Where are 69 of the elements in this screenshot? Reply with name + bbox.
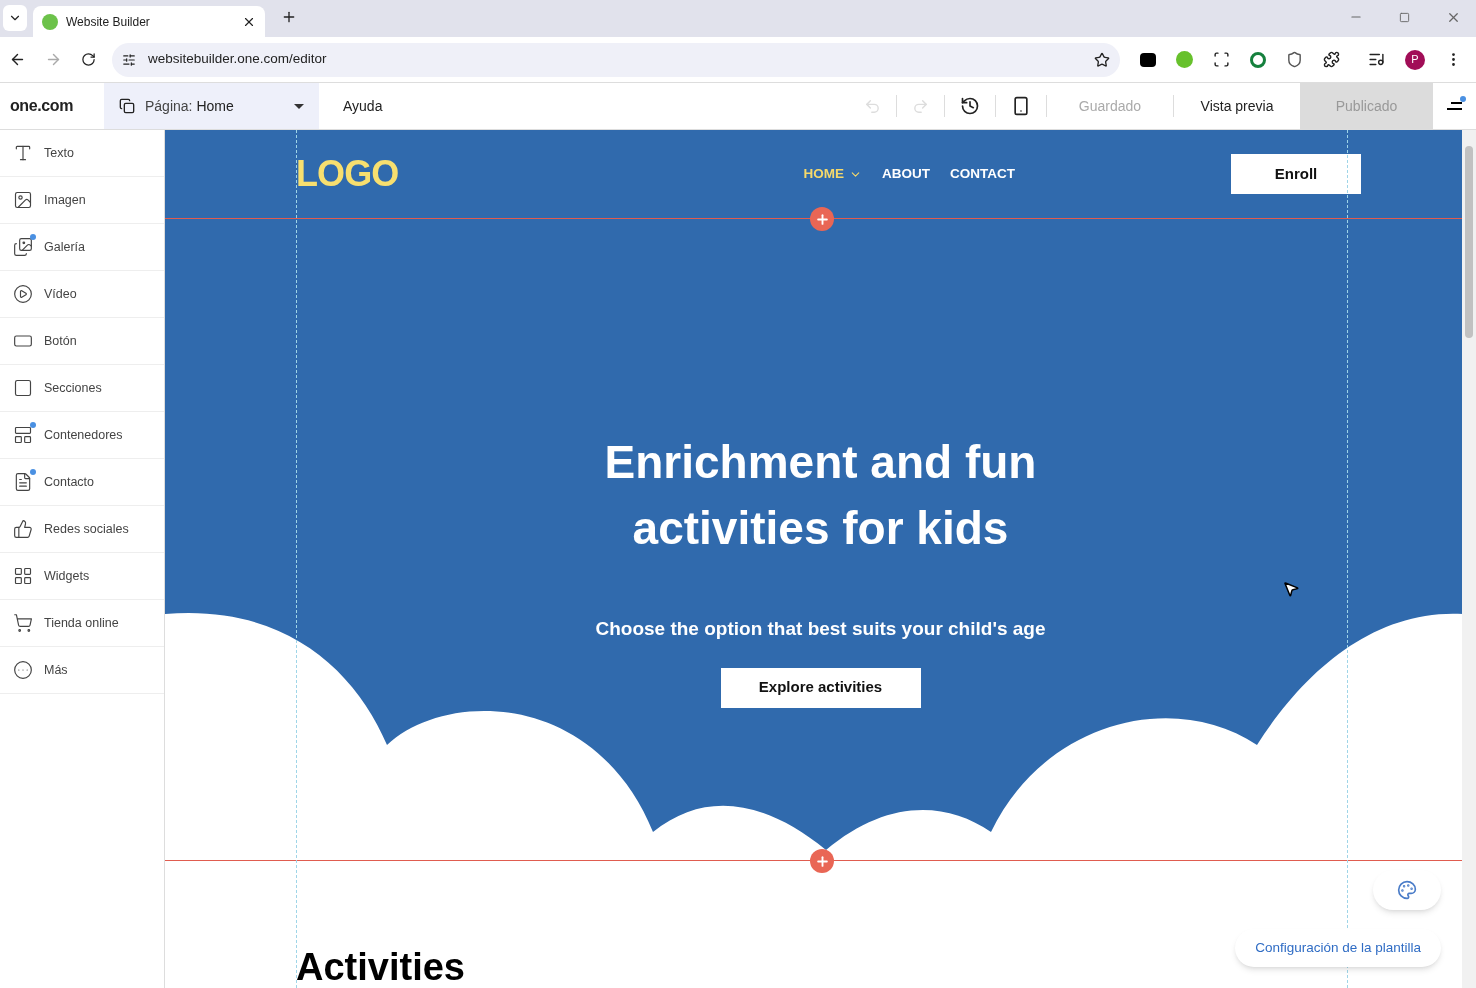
extension-icon[interactable] bbox=[1140, 52, 1156, 67]
brand-logo: one.com bbox=[9, 96, 74, 116]
close-window-icon[interactable] bbox=[1446, 10, 1461, 25]
sidebar-item[interactable]: Contenedores bbox=[0, 412, 164, 459]
theme-palette-button[interactable] bbox=[1373, 870, 1441, 910]
nav-link[interactable]: CONTACT bbox=[950, 163, 1015, 185]
plus-icon bbox=[814, 211, 830, 227]
grid-icon bbox=[13, 566, 33, 586]
back-icon[interactable] bbox=[9, 51, 26, 68]
sidebar-item[interactable]: Tienda online bbox=[0, 600, 164, 647]
address-field[interactable]: websitebuilder.one.com/editor bbox=[112, 42, 1120, 77]
tab-title: Website Builder bbox=[66, 13, 151, 31]
thumbs-up-icon bbox=[13, 519, 33, 539]
browser-tab[interactable]: Website Builder bbox=[33, 6, 265, 37]
dropdown-caret-icon bbox=[294, 103, 304, 109]
mouse-cursor-icon bbox=[1282, 580, 1300, 598]
gallery-icon bbox=[13, 237, 33, 257]
pages-icon bbox=[119, 98, 135, 114]
section-heading: Activities bbox=[296, 945, 465, 988]
sidebar-item[interactable]: Galería bbox=[0, 224, 164, 271]
page-selector[interactable]: Página: Home bbox=[104, 83, 319, 129]
form-icon bbox=[13, 472, 33, 492]
save-status: Guardado bbox=[1077, 96, 1143, 116]
url-text: websitebuilder.one.com/editor bbox=[148, 50, 327, 69]
text-icon bbox=[13, 143, 33, 163]
site-favicon-icon bbox=[42, 13, 58, 30]
mobile-view-icon[interactable] bbox=[1011, 96, 1031, 116]
sidebar-item[interactable]: Contacto bbox=[0, 459, 164, 506]
sidebar-item[interactable]: Botón bbox=[0, 318, 164, 365]
play-icon bbox=[13, 284, 33, 304]
nav-link[interactable]: ABOUT bbox=[882, 163, 930, 185]
extensions-icon[interactable] bbox=[1323, 51, 1340, 68]
scrollbar[interactable] bbox=[1462, 130, 1476, 988]
plus-icon bbox=[814, 853, 830, 869]
tab-list-button[interactable] bbox=[3, 5, 27, 31]
sidebar-item[interactable]: Redes sociales bbox=[0, 506, 164, 553]
new-tab-icon[interactable] bbox=[281, 9, 297, 25]
profile-avatar[interactable]: P bbox=[1405, 49, 1425, 70]
reload-icon[interactable] bbox=[81, 52, 96, 67]
hero-subtitle: Choose the option that best suits your child's age bbox=[595, 617, 1046, 641]
add-section-button[interactable] bbox=[810, 849, 834, 873]
image-icon bbox=[13, 190, 33, 210]
palette-icon bbox=[1397, 880, 1417, 900]
media-icon[interactable] bbox=[1368, 51, 1385, 68]
sidebar-item[interactable]: Vídeo bbox=[0, 271, 164, 318]
container-icon bbox=[13, 425, 33, 445]
site-settings-icon[interactable] bbox=[122, 52, 136, 67]
preview-button[interactable]: Vista previa bbox=[1174, 95, 1300, 117]
history-icon[interactable] bbox=[960, 96, 980, 116]
more-icon bbox=[13, 660, 33, 680]
explore-button[interactable]: Explore activities bbox=[720, 667, 921, 708]
sidebar-item[interactable]: Más bbox=[0, 647, 164, 694]
section-icon bbox=[13, 378, 33, 398]
site-logo: LOGO bbox=[296, 152, 399, 196]
cart-icon bbox=[13, 613, 33, 633]
bookmark-star-icon[interactable] bbox=[1094, 51, 1110, 68]
menu-icon bbox=[1447, 102, 1462, 110]
sidebar-item[interactable]: Imagen bbox=[0, 177, 164, 224]
help-link[interactable]: Ayuda bbox=[343, 95, 383, 117]
extension-icon[interactable] bbox=[1286, 51, 1303, 68]
maximize-icon[interactable] bbox=[1399, 12, 1410, 23]
sidebar-item[interactable]: Widgets bbox=[0, 553, 164, 600]
hero-heading: Enrichment and fun activities for kids bbox=[603, 435, 1038, 556]
nav-link[interactable]: HOME bbox=[803, 163, 862, 185]
sidebar-item[interactable]: Texto bbox=[0, 130, 164, 177]
template-settings-button[interactable]: Configuración de la plantilla bbox=[1235, 929, 1441, 967]
enroll-button[interactable]: Enroll bbox=[1231, 154, 1361, 194]
sidebar-item[interactable]: Secciones bbox=[0, 365, 164, 412]
extension-icon[interactable] bbox=[1213, 51, 1230, 68]
